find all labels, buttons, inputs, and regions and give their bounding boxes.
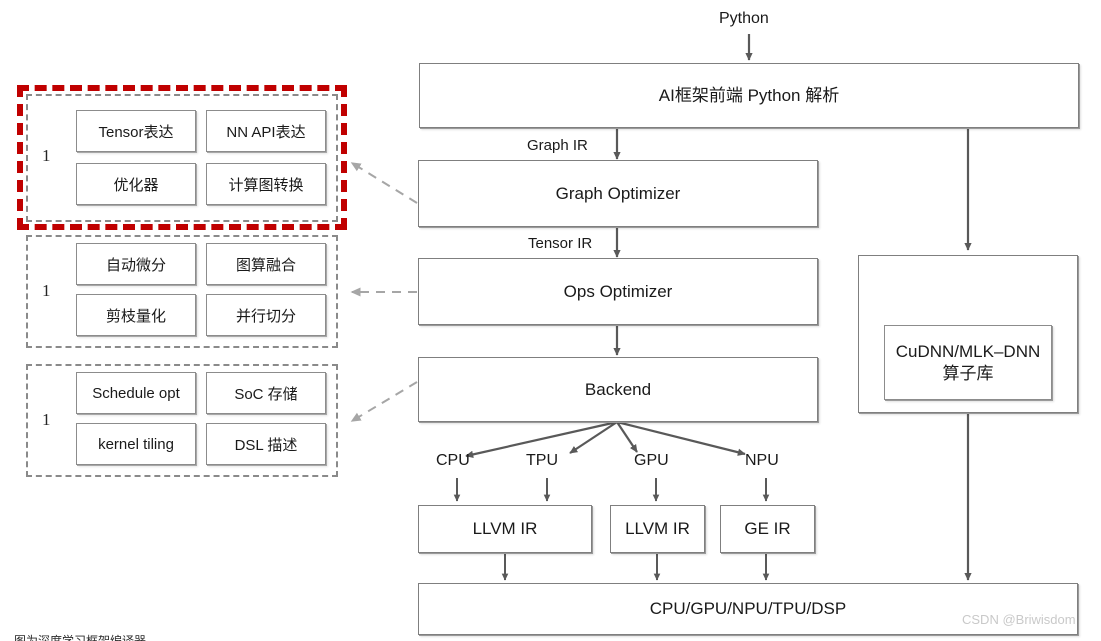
operator-library-line1: CuDNN/MLK–DNN <box>895 342 1041 362</box>
arrow-device-to-ir <box>453 478 770 502</box>
box-backend[interactable]: Backend <box>418 357 818 422</box>
box-hardware-targets[interactable]: CPU/GPU/NPU/TPU/DSP <box>418 583 1078 635</box>
cell-schedule-opt[interactable]: Schedule opt <box>76 372 196 414</box>
device-label-gpu: GPU <box>634 452 669 469</box>
cell-tensor-expression[interactable]: Tensor表达 <box>76 110 196 152</box>
box-operator-library[interactable]: CuDNN/MLK–DNN 算子库 <box>884 325 1052 400</box>
group-index-3: 1 <box>42 410 51 429</box>
cell-dsl-description[interactable]: DSL 描述 <box>206 423 326 465</box>
operator-library-line2: 算子库 <box>942 363 994 383</box>
edge-label-graph-ir: Graph IR <box>527 137 588 154</box>
cell-parallel-partition[interactable]: 并行切分 <box>206 294 326 336</box>
footer-clipped-caption: 图为深度学习框架编译器 <box>14 634 147 641</box>
arrow-backend-fanout <box>465 420 746 459</box>
box-graph-optimizer[interactable]: Graph Optimizer <box>418 160 818 227</box>
cell-soc-storage[interactable]: SoC 存储 <box>206 372 326 414</box>
cell-graph-conversion[interactable]: 计算图转换 <box>206 163 326 205</box>
cell-graph-op-fusion[interactable]: 图算融合 <box>206 243 326 285</box>
device-label-npu: NPU <box>745 452 779 469</box>
box-ops-optimizer[interactable]: Ops Optimizer <box>418 258 818 325</box>
cell-optimizer[interactable]: 优化器 <box>76 163 196 205</box>
device-label-cpu: CPU <box>436 452 470 469</box>
entry-label-python: Python <box>719 10 769 27</box>
association-arrow-backend <box>350 381 418 422</box>
edge-label-tensor-ir: Tensor IR <box>528 235 593 252</box>
cell-pruning-quantization[interactable]: 剪枝量化 <box>76 294 196 336</box>
group-index-2: 1 <box>42 281 51 300</box>
arrow-ir-to-hardware <box>501 553 770 581</box>
box-frontend-python-parse[interactable]: AI框架前端 Python 解析 <box>419 63 1079 128</box>
device-label-tpu: TPU <box>526 452 558 469</box>
group-index-1: 1 <box>42 146 51 165</box>
box-ge-ir-npu[interactable]: GE IR <box>720 505 815 553</box>
association-arrow-graph-optimizer <box>350 162 418 204</box>
cell-auto-differentiation[interactable]: 自动微分 <box>76 243 196 285</box>
box-llvm-ir-cpu-tpu[interactable]: LLVM IR <box>418 505 592 553</box>
watermark: CSDN @Briwisdom <box>962 612 1076 627</box>
cell-kernel-tiling[interactable]: kernel tiling <box>76 423 196 465</box>
box-llvm-ir-gpu[interactable]: LLVM IR <box>610 505 705 553</box>
cell-nn-api-expression[interactable]: NN API表达 <box>206 110 326 152</box>
diagram-canvas: 1 Tensor表达 NN API表达 优化器 计算图转换 1 自动微分 图算融… <box>0 0 1101 641</box>
